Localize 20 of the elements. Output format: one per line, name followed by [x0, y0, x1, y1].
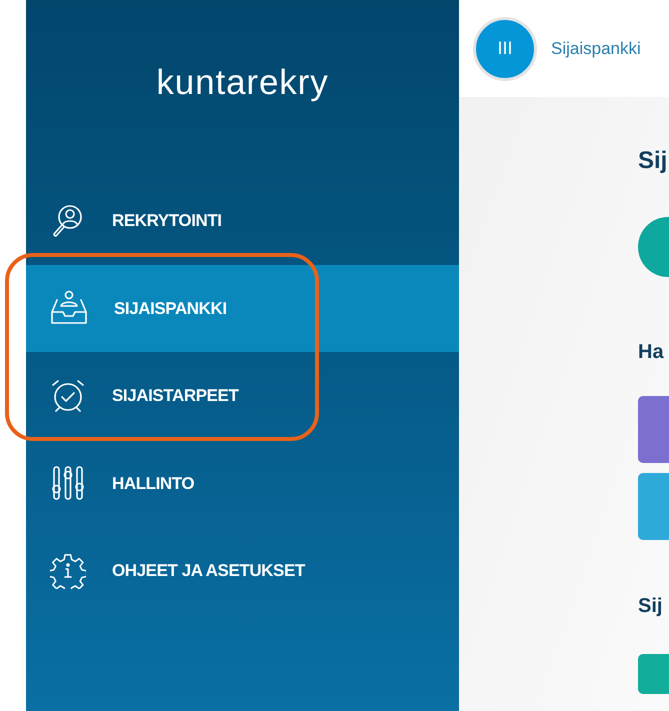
sidebar-item-label: HALLINTO [112, 472, 194, 494]
logo-text: kuntarekry [156, 62, 329, 104]
menu-button[interactable]: III [473, 16, 537, 80]
gear-info-icon [50, 552, 86, 589]
section-heading: Sij [638, 596, 664, 616]
sidebar-item[interactable]: OHJEET JA ASETUKSET [26, 527, 459, 614]
sidebar-item-label: SIJAISTARPEET [112, 385, 238, 407]
sidebar-item[interactable]: REKRYTOINTI [26, 177, 459, 264]
page-title: Sij [638, 149, 668, 173]
breadcrumb-link[interactable]: Sijaispankki [551, 36, 641, 62]
sidebar-item[interactable]: SIJAISTARPEET [26, 352, 459, 440]
sidebar-item[interactable]: HALLINTO [26, 440, 459, 527]
alarm-clock-check-icon [50, 378, 86, 414]
sidebar-item[interactable]: SIJAISPANKKI [26, 264, 459, 352]
sliders-icon [50, 465, 86, 502]
sidebar-item-label: SIJAISPANKKI [114, 298, 227, 320]
sidebar-item-label: REKRYTOINTI [112, 210, 222, 232]
sidebar-item-label: OHJEET JA ASETUKSET [112, 560, 305, 582]
section-heading: Ha [638, 342, 665, 362]
inbox-person-icon [50, 290, 88, 326]
